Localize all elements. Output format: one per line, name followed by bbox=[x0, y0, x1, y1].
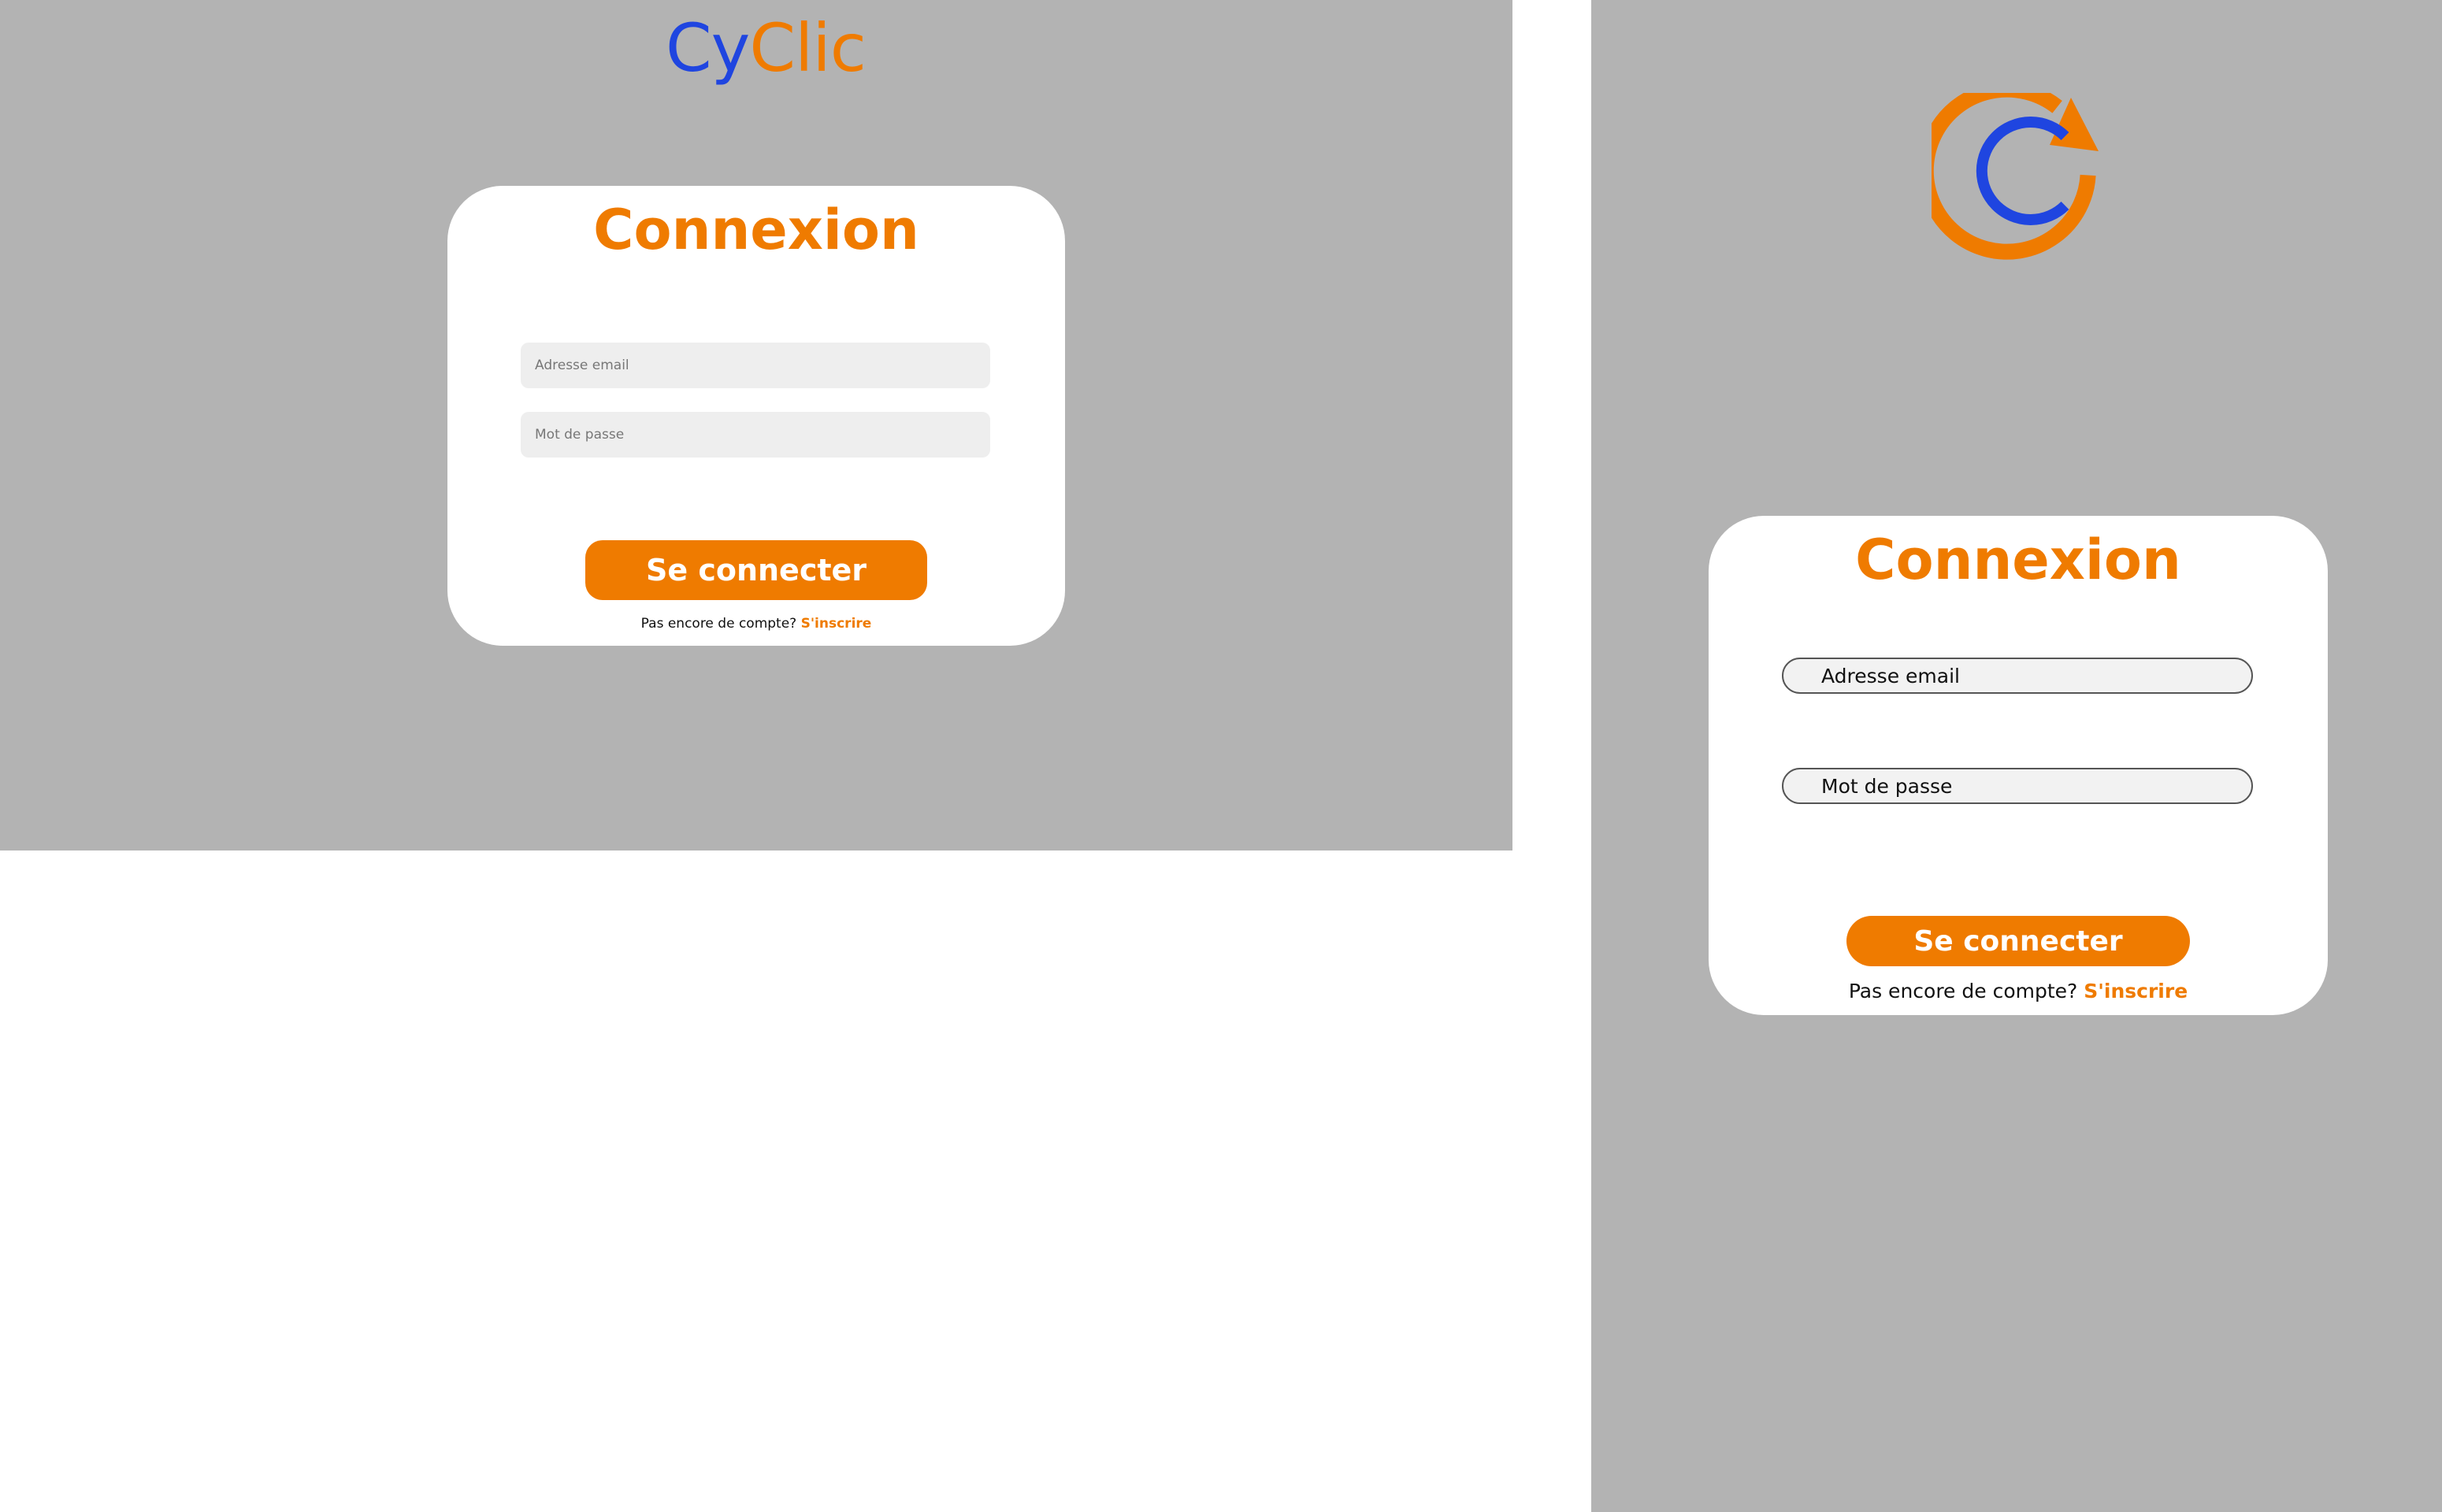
signup-prompt: Pas encore de compte? S'inscrire bbox=[1709, 978, 2328, 1005]
email-input[interactable] bbox=[521, 343, 990, 388]
signup-prompt-text: Pas encore de compte? bbox=[1848, 980, 2078, 1002]
login-card: Connexion Se connecter Pas encore de com… bbox=[447, 186, 1065, 646]
wordmark-part-cy: Cy bbox=[666, 9, 750, 87]
desktop-login-screen: CyClic Connexion Se connecter Pas encore… bbox=[0, 0, 1512, 850]
cyclic-wordmark-logo: CyClic bbox=[666, 5, 867, 91]
password-input[interactable] bbox=[521, 412, 990, 458]
login-button[interactable]: Se connecter bbox=[585, 540, 927, 600]
login-title: Connexion bbox=[593, 198, 919, 262]
login-button[interactable]: Se connecter bbox=[1846, 916, 2190, 966]
signup-prompt-text: Pas encore de compte? bbox=[640, 616, 797, 632]
mobile-login-screen: Connexion Se connecter Pas encore de com… bbox=[1591, 0, 2442, 1512]
login-title: Connexion bbox=[1855, 528, 2181, 592]
email-input[interactable] bbox=[1782, 658, 2253, 694]
cyclic-refresh-logo-icon bbox=[1932, 93, 2099, 260]
login-card: Connexion Se connecter Pas encore de com… bbox=[1709, 516, 2328, 1015]
wordmark-part-clic: Clic bbox=[749, 9, 867, 87]
signup-prompt: Pas encore de compte? S'inscrire bbox=[447, 613, 1065, 634]
signup-link[interactable]: S'inscrire bbox=[801, 616, 872, 632]
password-input[interactable] bbox=[1782, 768, 2253, 804]
signup-link[interactable]: S'inscrire bbox=[2084, 980, 2188, 1002]
